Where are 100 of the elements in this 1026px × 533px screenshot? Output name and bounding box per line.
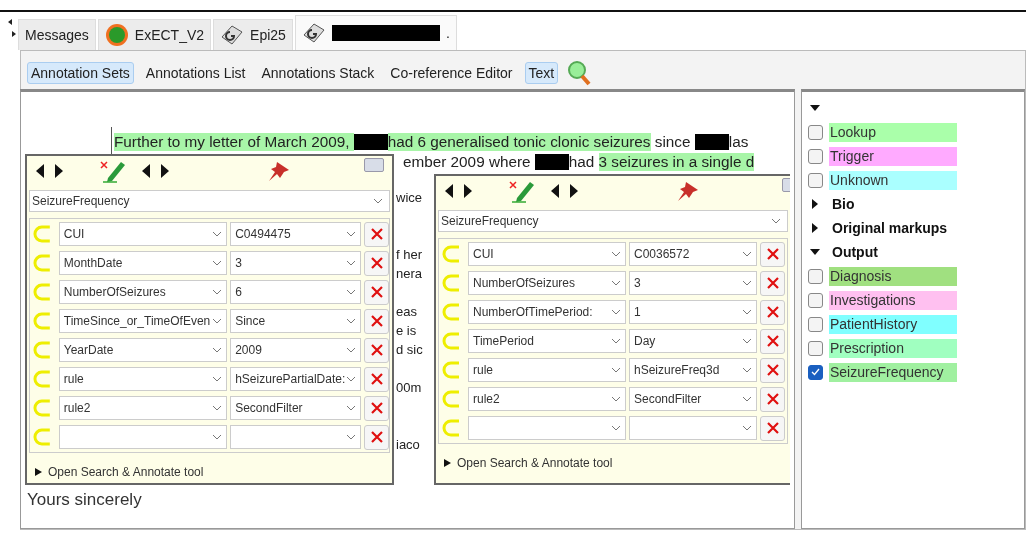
type-dropdown[interactable]: SeizureFrequency bbox=[29, 190, 390, 212]
annotation-type-label: Unknown bbox=[829, 170, 957, 190]
tab[interactable]: . bbox=[294, 15, 457, 50]
feature-value-combo[interactable]: SecondFilter bbox=[629, 387, 757, 411]
checkbox[interactable] bbox=[808, 268, 823, 284]
delete-button[interactable] bbox=[364, 221, 389, 247]
feature-name-combo[interactable]: NumberOfSeizures bbox=[468, 271, 626, 295]
expanded-triangle-icon[interactable] bbox=[810, 103, 820, 113]
search-icon[interactable] bbox=[566, 59, 593, 87]
delete-icon bbox=[766, 306, 779, 318]
delete-icon bbox=[370, 228, 383, 240]
delete-button[interactable] bbox=[760, 241, 785, 267]
tab[interactable]: ExECT_V2 bbox=[97, 19, 212, 50]
view-button[interactable]: Co-reference Editor bbox=[386, 62, 517, 84]
feature-value-combo[interactable]: C0036572 bbox=[629, 242, 757, 266]
feature-name-combo[interactable]: NumberOfSeizures bbox=[58, 280, 228, 304]
checkbox[interactable] bbox=[808, 172, 823, 188]
chevron-icon bbox=[742, 425, 752, 431]
view-button[interactable]: Annotations List bbox=[141, 62, 250, 84]
feature-name-combo[interactable]: rule2 bbox=[58, 396, 228, 420]
pen-icon[interactable] bbox=[508, 178, 536, 204]
search-annotate-toggle[interactable]: Open Search & Annotate tool bbox=[436, 444, 790, 470]
checkbox[interactable] bbox=[808, 148, 823, 164]
redaction-bar bbox=[694, 134, 729, 150]
feature-value-combo[interactable]: 1 bbox=[629, 300, 757, 324]
delete-button[interactable] bbox=[364, 337, 389, 363]
annotation-set-row[interactable]: Bio bbox=[808, 192, 1024, 216]
document-text: eas bbox=[396, 304, 417, 321]
delete-button[interactable] bbox=[364, 308, 389, 334]
feature-value-combo[interactable]: 3 bbox=[230, 251, 361, 275]
feature-name-combo[interactable]: MonthDate bbox=[58, 251, 228, 275]
feature-name-combo[interactable]: rule2 bbox=[468, 387, 626, 411]
feature-value-combo[interactable]: 2009 bbox=[230, 338, 361, 362]
delete-button[interactable] bbox=[760, 357, 785, 383]
document-text: 3 seizures in a single d bbox=[598, 153, 755, 171]
chevron-icon bbox=[346, 231, 356, 237]
tab[interactable]: Epi25 bbox=[213, 19, 293, 50]
delete-button[interactable] bbox=[364, 424, 389, 450]
feature-value-combo[interactable]: Day bbox=[629, 329, 757, 353]
tab[interactable]: Messages bbox=[18, 19, 96, 50]
feature-name-combo[interactable]: rule bbox=[58, 367, 228, 391]
chevron-icon bbox=[212, 231, 223, 237]
annotation-type-label: Diagnosis bbox=[829, 266, 957, 286]
feature-value-combo[interactable]: Since bbox=[230, 309, 361, 333]
document-text: had 6 generalised tonic clonic seizures bbox=[387, 133, 651, 151]
expanded-triangle-icon[interactable] bbox=[810, 247, 820, 257]
feature-name-combo[interactable]: CUI bbox=[58, 222, 228, 246]
collapsed-triangle-icon[interactable] bbox=[810, 223, 820, 233]
checkbox[interactable] bbox=[808, 292, 823, 308]
feature-name-combo[interactable]: YearDate bbox=[58, 338, 228, 362]
feature-value-combo[interactable]: C0494475 bbox=[230, 222, 361, 246]
delete-button[interactable] bbox=[364, 395, 389, 421]
type-dropdown[interactable]: SeizureFrequency bbox=[438, 210, 788, 232]
chevron-icon bbox=[346, 289, 356, 295]
pin-icon[interactable] bbox=[267, 160, 291, 182]
document-text: Further to my letter of March 2009, bbox=[114, 133, 354, 151]
collapsed-triangle-icon[interactable] bbox=[810, 199, 820, 209]
chevron-icon bbox=[742, 338, 752, 344]
delete-icon bbox=[370, 257, 383, 269]
delete-button[interactable] bbox=[760, 270, 785, 296]
chevron-icon bbox=[611, 251, 621, 257]
delete-button[interactable] bbox=[364, 366, 389, 392]
view-button[interactable]: Annotation Sets bbox=[27, 62, 134, 84]
checkbox[interactable] bbox=[808, 340, 823, 356]
pen-icon[interactable] bbox=[99, 158, 127, 184]
checkbox[interactable] bbox=[808, 316, 823, 332]
feature-value-combo[interactable]: hSeizurePartialDate: bbox=[230, 367, 361, 391]
delete-button[interactable] bbox=[364, 250, 389, 276]
pin-icon[interactable] bbox=[676, 180, 700, 202]
feature-name-combo[interactable]: TimePeriod bbox=[468, 329, 626, 353]
feature-name-combo[interactable]: rule bbox=[468, 358, 626, 382]
view-button[interactable]: Annotations Stack bbox=[257, 62, 379, 84]
document-text: 00m bbox=[396, 380, 422, 397]
feature-name-combo[interactable]: NumberOfTimePeriod: bbox=[468, 300, 626, 324]
tab-label: Messages bbox=[25, 27, 89, 43]
delete-icon bbox=[370, 286, 383, 298]
feature-name-combo[interactable]: CUI bbox=[468, 242, 626, 266]
delete-button[interactable] bbox=[760, 415, 785, 441]
annotation-type-label: SeizureFrequency bbox=[829, 362, 957, 382]
checkbox[interactable] bbox=[808, 124, 823, 140]
delete-button[interactable] bbox=[760, 328, 785, 354]
delete-button[interactable] bbox=[364, 279, 389, 305]
delete-button[interactable] bbox=[760, 299, 785, 325]
annotation-set-row[interactable]: Output bbox=[808, 240, 1024, 264]
checkbox[interactable] bbox=[808, 364, 823, 380]
feature-value-combo[interactable]: 6 bbox=[230, 280, 361, 304]
chevron-icon bbox=[611, 367, 621, 373]
feature-value-combo[interactable]: SecondFilter bbox=[230, 396, 361, 420]
feature-value-combo[interactable]: hSeizureFreq3d bbox=[629, 358, 757, 382]
annotation-set-row[interactable]: Original markups bbox=[808, 216, 1024, 240]
document-text: Yours sincerely bbox=[26, 490, 143, 510]
chevron-icon bbox=[373, 198, 383, 204]
annotation-type-label: Prescription bbox=[829, 338, 957, 358]
feature-name-combo[interactable]: TimeSince_or_TimeOfEven bbox=[58, 309, 228, 333]
view-button[interactable]: Text bbox=[524, 62, 559, 84]
chevron-icon bbox=[742, 396, 752, 402]
search-annotate-toggle[interactable]: Open Search & Annotate tool bbox=[27, 453, 392, 479]
set-name: Output bbox=[832, 244, 878, 260]
feature-value-combo[interactable]: 3 bbox=[629, 271, 757, 295]
delete-button[interactable] bbox=[760, 386, 785, 412]
